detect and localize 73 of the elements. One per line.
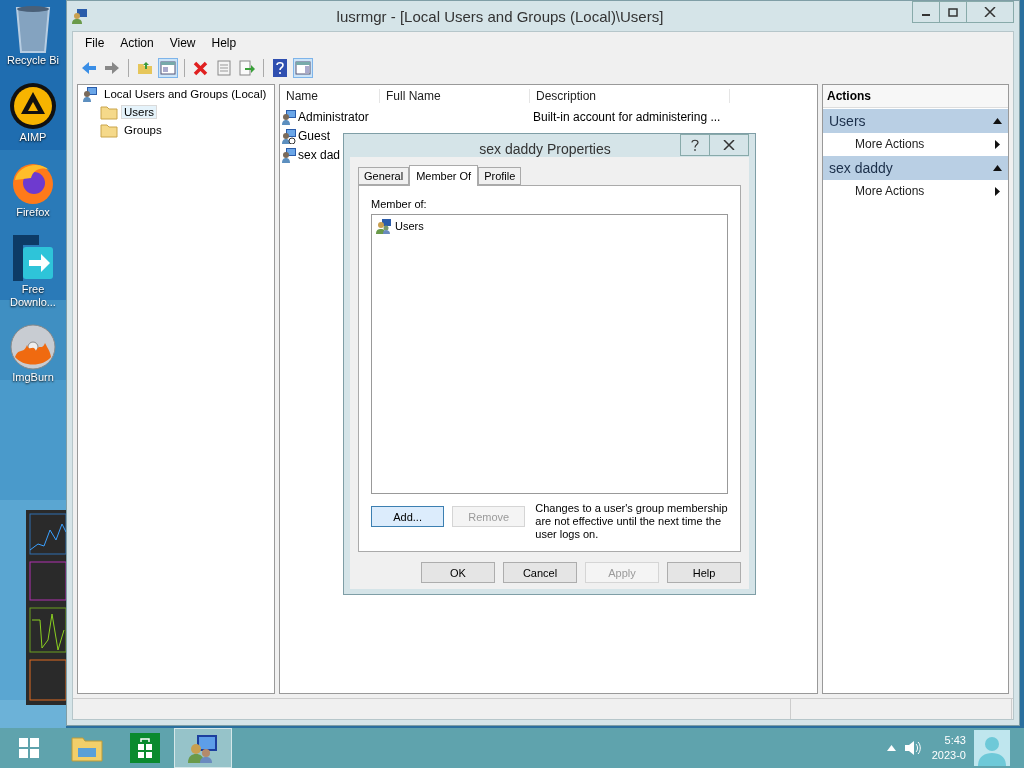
users-manager-icon: [187, 733, 219, 763]
list-label: Member of:: [371, 198, 428, 210]
dialog-button[interactable]: OK: [421, 562, 495, 583]
menu-item[interactable]: Action: [112, 36, 162, 50]
user-icon: [82, 86, 98, 102]
delete-icon: [193, 60, 209, 76]
forward-arrow-icon: [104, 61, 120, 75]
membership-note: Changes to a user's group membership are not effective until the next time the user logs on.: [535, 502, 728, 541]
desktop-icon-label[interactable]: Recycle Bi: [3, 54, 63, 67]
caret-up-icon[interactable]: [887, 745, 896, 751]
tree-item[interactable]: Local Users and Groups (Local): [101, 87, 270, 101]
action-pane-icon: [295, 61, 311, 75]
folder-up-icon: [137, 61, 153, 75]
properties-icon: [217, 60, 231, 76]
desktop-icon-label[interactable]: Firefox: [3, 206, 63, 219]
action-link[interactable]: More Actions: [855, 137, 925, 151]
tree-item[interactable]: Users: [121, 105, 158, 119]
submenu-arrow-icon: [995, 186, 1000, 196]
tab[interactable]: Profile: [478, 167, 522, 185]
section-title: Users: [829, 113, 866, 129]
restore-icon[interactable]: [948, 7, 958, 17]
member-item[interactable]: Users: [395, 220, 424, 232]
desktop-icon-label[interactable]: Free Downlo...: [3, 283, 63, 309]
column-header[interactable]: Full Name: [380, 89, 530, 103]
user-icon: [281, 146, 297, 163]
download-arrow-icon: [11, 233, 55, 283]
tab[interactable]: Member Of: [409, 165, 479, 186]
menu-item[interactable]: Help: [203, 36, 245, 50]
user-icon: [281, 108, 297, 125]
group-icon: [376, 218, 392, 234]
tree-pane-icon: [160, 61, 176, 75]
toolbar-button[interactable]: [237, 58, 257, 78]
collapse-caret-icon[interactable]: [993, 118, 1002, 124]
speaker-icon[interactable]: [904, 740, 922, 756]
taskbar-button[interactable]: [174, 728, 232, 768]
desktop-icon-label[interactable]: ImgBurn: [3, 371, 63, 384]
collapse-caret-icon[interactable]: [993, 165, 1002, 171]
actions-title: Actions: [823, 85, 1008, 108]
submenu-arrow-icon: [995, 139, 1000, 149]
desktop-icon-label[interactable]: AIMP: [3, 131, 63, 144]
window-title: lusrmgr - [Local Users and Groups (Local)\Users]: [335, 7, 665, 25]
file-explorer-icon: [71, 734, 103, 762]
menu-item[interactable]: View: [161, 36, 204, 50]
aimp-icon: [8, 81, 58, 131]
help-icon[interactable]: [691, 139, 699, 151]
toolbar-button[interactable]: [270, 58, 290, 78]
back-arrow-icon: [81, 61, 97, 75]
burning-disc-icon: [9, 323, 57, 371]
users-manager-icon: [72, 8, 88, 24]
recycle-bin-icon: [13, 4, 53, 54]
column-header[interactable]: Description: [530, 89, 730, 103]
help-book-icon: [273, 59, 287, 77]
tab[interactable]: General: [358, 167, 410, 185]
folder-icon: [100, 122, 118, 138]
dialog-button[interactable]: Cancel: [503, 562, 577, 583]
export-list-icon: [239, 60, 255, 76]
menu-item[interactable]: File: [77, 36, 113, 50]
actions-section-header[interactable]: sex daddy: [823, 156, 1008, 180]
column-header[interactable]: Name: [280, 89, 380, 103]
dialog-title: sex daddy Properties: [478, 140, 612, 157]
start-icon[interactable]: [19, 738, 39, 758]
close-icon[interactable]: [984, 7, 996, 17]
list-cell-text: Built-in account for administering ...: [533, 109, 722, 124]
list-cell[interactable]: Administrator: [298, 109, 532, 124]
action-link[interactable]: More Actions: [855, 184, 925, 198]
tree-item[interactable]: Groups: [121, 123, 165, 137]
dialog-button[interactable]: Add...: [371, 506, 445, 527]
section-title: sex daddy: [829, 160, 893, 176]
folder-icon: [100, 104, 118, 120]
actions-section-header[interactable]: Users: [823, 109, 1008, 133]
store-bag-icon: [130, 733, 160, 763]
dialog-button[interactable]: Help: [667, 562, 741, 583]
close-icon[interactable]: [723, 140, 735, 150]
